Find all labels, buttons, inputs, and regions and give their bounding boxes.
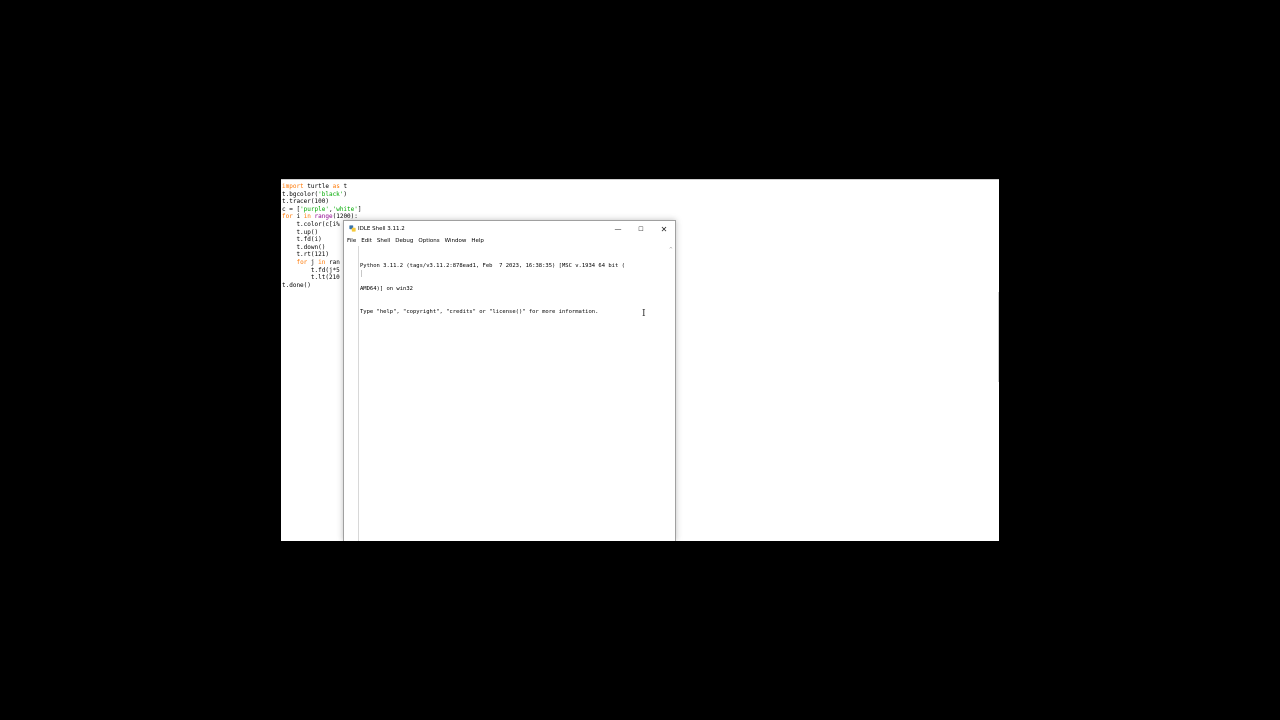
code-token: t.done() [282,281,311,289]
code-token: ran [325,258,340,266]
menu-file[interactable]: File [347,237,356,246]
maximize-button[interactable]: ☐ [630,221,652,237]
code-line: t.tracer(100) [282,198,362,206]
code-line: import turtle as t [282,183,362,191]
window-title: IDLE Shell 3.11.2 [358,226,405,232]
code-token: j [307,258,319,266]
output-line: Type "help", "copyright", "credits" or "… [360,309,599,316]
code-token: turtle [303,183,333,190]
menu-help[interactable]: Help [471,237,484,246]
editor-border [998,292,999,382]
text-cursor [361,270,362,277]
code-line: c = ['purple','white'] [282,206,362,214]
code-token: t [339,183,348,190]
menu-edit[interactable]: Edit [361,237,372,246]
code-token: 'black' [318,190,344,198]
code-line: t.bgcolor('black') [282,191,362,199]
code-token: c = [ [282,205,301,213]
close-button[interactable]: ✕ [653,221,675,237]
code-token: t.fd(i) [282,236,322,244]
title-bar[interactable]: IDLE Shell 3.11.2 — ☐ ✕ [344,221,675,237]
code-token: in [303,213,311,221]
code-token: for [282,213,293,221]
code-token: t.color(c[i% [282,220,340,228]
close-icon: ✕ [660,224,668,234]
code-token: import [282,183,304,190]
shell-output[interactable]: Python 3.11.2 (tags/v3.11.2:878ead1, Feb… [360,247,625,333]
menu-debug[interactable]: Debug [395,237,413,246]
menu-bar: File Edit Shell Debug Options Window Hel… [344,237,675,246]
code-token: t.rt(121) [282,251,329,259]
code-token: t.up() [282,228,319,236]
code-token: ] [357,205,362,213]
menu-options[interactable]: Options [418,237,439,246]
code-token: for [296,258,308,266]
python-icon [349,225,356,232]
code-token: 'purple' [300,205,329,213]
output-line: AMD64)] on win32 [360,285,413,292]
output-line: Python 3.11.2 (tags/v3.11.2:878ead1, Feb… [360,262,625,269]
maximize-icon: ☐ [638,225,644,233]
menu-shell[interactable]: Shell [377,237,390,246]
code-token: t.lt(210 [282,274,340,282]
code-token: 'white' [332,205,358,213]
scroll-up-icon[interactable]: ^ [669,247,673,253]
ibeam-cursor-icon: I [642,309,646,319]
code-token: t.tracer(100) [282,198,329,206]
code-token: as [332,183,340,190]
code-token: t.fd(j*5 [282,266,340,274]
code-token: i [292,213,304,221]
code-token: t.down() [282,243,326,251]
menu-window[interactable]: Window [445,237,467,246]
shell-sidebar [344,246,359,541]
code-token: t.bgcolor( [282,190,319,198]
code-token: ) [343,190,348,198]
minimize-button[interactable]: — [607,221,629,237]
minimize-icon: — [614,225,622,233]
code-token: range [314,213,333,221]
idle-shell-window[interactable]: IDLE Shell 3.11.2 — ☐ ✕ File Edit Shell … [343,220,676,541]
